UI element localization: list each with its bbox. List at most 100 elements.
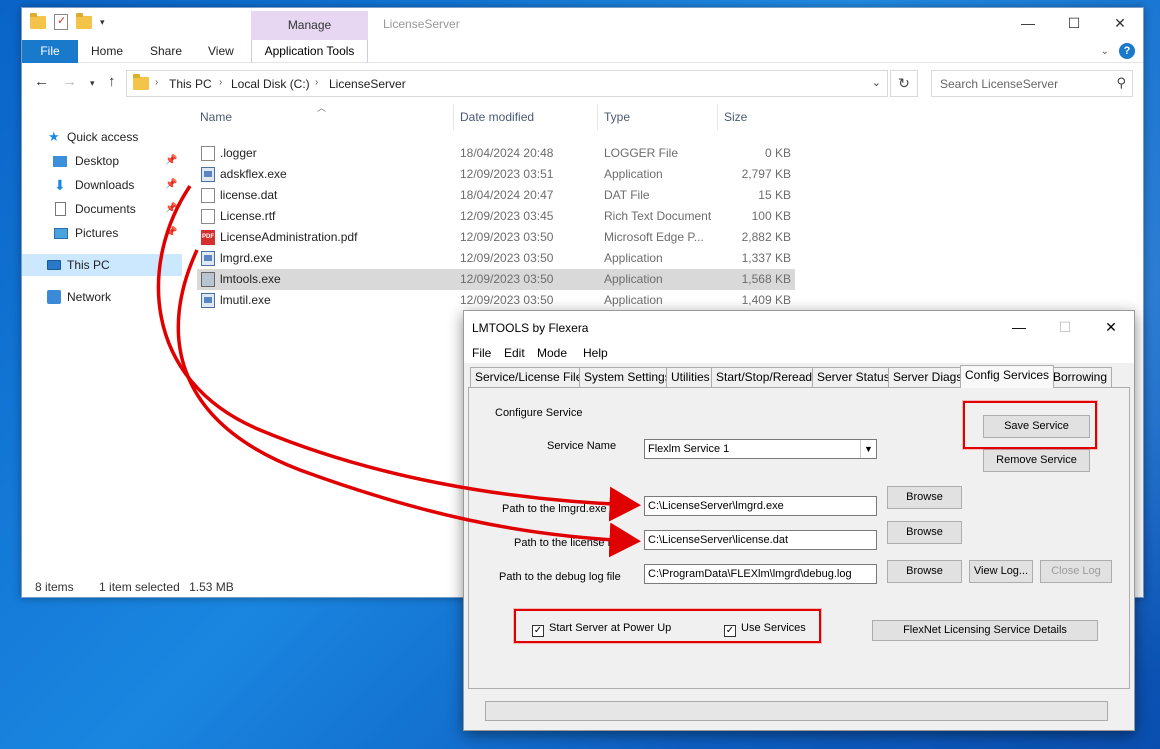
menu-file[interactable]: File [472,346,491,360]
tab-server-diags[interactable]: Server Diags [888,367,968,387]
file-list: ︿ Name Date modified Type Size .logger 18… [197,103,827,308]
license-path-input[interactable]: C:\LicenseServer\license.dat [644,530,877,550]
address-dropdown-icon[interactable]: ⌄ [872,76,881,89]
file-name: adskflex.exe [220,167,287,181]
browse-debug-log-button[interactable]: Browse [887,560,962,583]
nav-item-network[interactable]: Network [22,286,182,308]
browse-license-button[interactable]: Browse [887,521,962,544]
properties-icon[interactable] [54,14,68,30]
breadcrumb-license-server[interactable]: LicenseServer [329,77,406,91]
column-header-size[interactable]: Size [724,110,747,124]
tab-server-status[interactable]: Server Status [812,367,895,387]
file-name: license.dat [220,188,278,202]
manage-tab[interactable]: Manage [251,11,368,40]
breadcrumb-separator-icon[interactable]: › [315,77,318,88]
chevron-down-icon[interactable]: ▼ [860,440,876,458]
nav-item-quick-access[interactable]: ★ Quick access [22,126,182,148]
close-icon[interactable]: ✕ [1097,8,1143,38]
file-row[interactable]: lmutil.exe 12/09/2023 03:50 Application 1,4… [197,290,795,311]
column-header-name[interactable]: Name [200,110,232,124]
nav-item-desktop[interactable]: Desktop 📌 [22,150,182,172]
close-icon[interactable]: ✕ [1088,311,1134,343]
ribbon-tab-home[interactable]: Home [91,40,123,63]
ribbon-tab-file[interactable]: File [22,40,78,63]
menu-mode[interactable]: Mode [537,346,567,360]
refresh-icon[interactable]: ↻ [890,70,918,97]
file-size: 1,409 KB [741,293,791,307]
pin-icon[interactable]: 📌 [165,198,177,220]
pin-icon[interactable]: 📌 [165,222,177,244]
ribbon-tab-view[interactable]: View [208,40,234,63]
recent-locations-icon[interactable]: ▾ [90,78,95,89]
column-header-type[interactable]: Type [604,110,630,124]
service-name-select[interactable]: Flexlm Service 1 ▼ [644,439,877,459]
debug-log-path-input[interactable]: C:\ProgramData\FLEXlm\lmgrd\debug.log [644,564,877,584]
browse-lmgrd-button[interactable]: Browse [887,486,962,509]
lmgrd-path-input[interactable]: C:\LicenseServer\lmgrd.exe [644,496,877,516]
close-log-button[interactable]: Close Log [1040,560,1112,583]
breadcrumb-local-disk[interactable]: Local Disk (C:) [231,77,310,91]
minimize-icon[interactable]: — [1005,8,1051,38]
column-divider[interactable] [453,104,454,130]
file-row[interactable]: .logger 18/04/2024 20:48 LOGGER File 0 KB [197,143,795,164]
tab-config-services[interactable]: Config Services [960,365,1055,388]
column-divider[interactable] [597,104,598,130]
minimize-icon[interactable]: — [996,311,1042,343]
navigation-pane: ★ Quick access Desktop 📌 ⬇ Downloads 📌 D… [22,126,182,566]
ribbon-tab-share[interactable]: Share [150,40,182,63]
ribbon-tabs: File Home Share View Application Tools ⌄… [22,40,1143,63]
sort-ascending-icon: ︿ [317,103,327,113]
file-date: 12/09/2023 03:51 [460,167,554,181]
expand-ribbon-icon[interactable]: ⌄ [1101,46,1109,57]
pin-icon[interactable]: 📌 [165,150,177,172]
search-icon[interactable]: ⚲ [1116,75,1126,91]
address-bar[interactable]: › This PC › Local Disk (C:) › LicenseSer… [126,70,888,97]
nav-item-downloads[interactable]: ⬇ Downloads 📌 [22,174,182,196]
tab-utilities[interactable]: Utilities [666,367,715,387]
remove-service-button[interactable]: Remove Service [983,449,1090,472]
file-name: lmtools.exe [220,272,281,286]
file-row[interactable]: lmgrd.exe 12/09/2023 03:50 Application 1,33… [197,248,795,269]
file-row[interactable]: adskflex.exe 12/09/2023 03:51 Application 2… [197,164,795,185]
nav-item-documents[interactable]: Documents 📌 [22,198,182,220]
file-row[interactable]: License.rtf 12/09/2023 03:45 Rich Text Doc… [197,206,795,227]
search-box[interactable]: Search LicenseServer ⚲ [931,70,1133,97]
column-divider[interactable] [717,104,718,130]
search-input[interactable]: Search LicenseServer [940,77,1058,91]
tab-start-stop-reread[interactable]: Start/Stop/Reread [711,367,818,387]
pin-icon[interactable]: 📌 [165,174,177,196]
tab-system-settings[interactable]: System Settings [579,367,676,387]
document-icon [55,202,66,216]
tab-service-license-file[interactable]: Service/License File [470,367,588,387]
folder-icon[interactable] [30,12,46,29]
nav-item-this-pc[interactable]: This PC [22,254,182,276]
up-icon[interactable]: ↑ [108,73,116,90]
file-row[interactable]: license.dat 18/04/2024 20:47 DAT File 15 KB [197,185,795,206]
breadcrumb-separator-icon[interactable]: › [219,77,222,88]
file-name: lmutil.exe [220,293,271,307]
menu-help[interactable]: Help [583,346,608,360]
file-row[interactable]: lmtools.exe 12/09/2023 03:50 Application 1,… [197,269,795,290]
nav-item-pictures[interactable]: Pictures 📌 [22,222,182,244]
highlight-checkboxes [514,609,821,643]
flexnet-service-details-button[interactable]: FlexNet Licensing Service Details [872,620,1098,641]
window-controls: — ☐ ✕ [1005,8,1143,38]
help-icon[interactable]: ? [1119,43,1135,59]
ribbon-tab-application-tools[interactable]: Application Tools [251,40,368,63]
back-icon[interactable]: ← [34,73,49,90]
file-row[interactable]: PDF LicenseAdministration.pdf 12/09/2023 0… [197,227,795,248]
maximize-icon[interactable]: ☐ [1051,8,1097,38]
new-folder-icon[interactable] [76,12,92,29]
forward-icon[interactable]: → [62,73,77,90]
file-type: Rich Text Document [604,209,712,223]
view-log-button[interactable]: View Log... [969,560,1033,583]
tab-borrowing[interactable]: Borrowing [1048,367,1113,387]
maximize-icon[interactable]: ☐ [1042,311,1088,343]
debug-log-path-label: Path to the debug log file [499,571,621,583]
desktop-icon [53,156,67,167]
breadcrumb-this-pc[interactable]: This PC [169,77,212,91]
column-header-date[interactable]: Date modified [460,110,534,124]
customize-toolbar-dropdown-icon[interactable]: ▾ [100,17,105,28]
menu-edit[interactable]: Edit [504,346,525,360]
breadcrumb-separator-icon[interactable]: › [155,77,158,88]
